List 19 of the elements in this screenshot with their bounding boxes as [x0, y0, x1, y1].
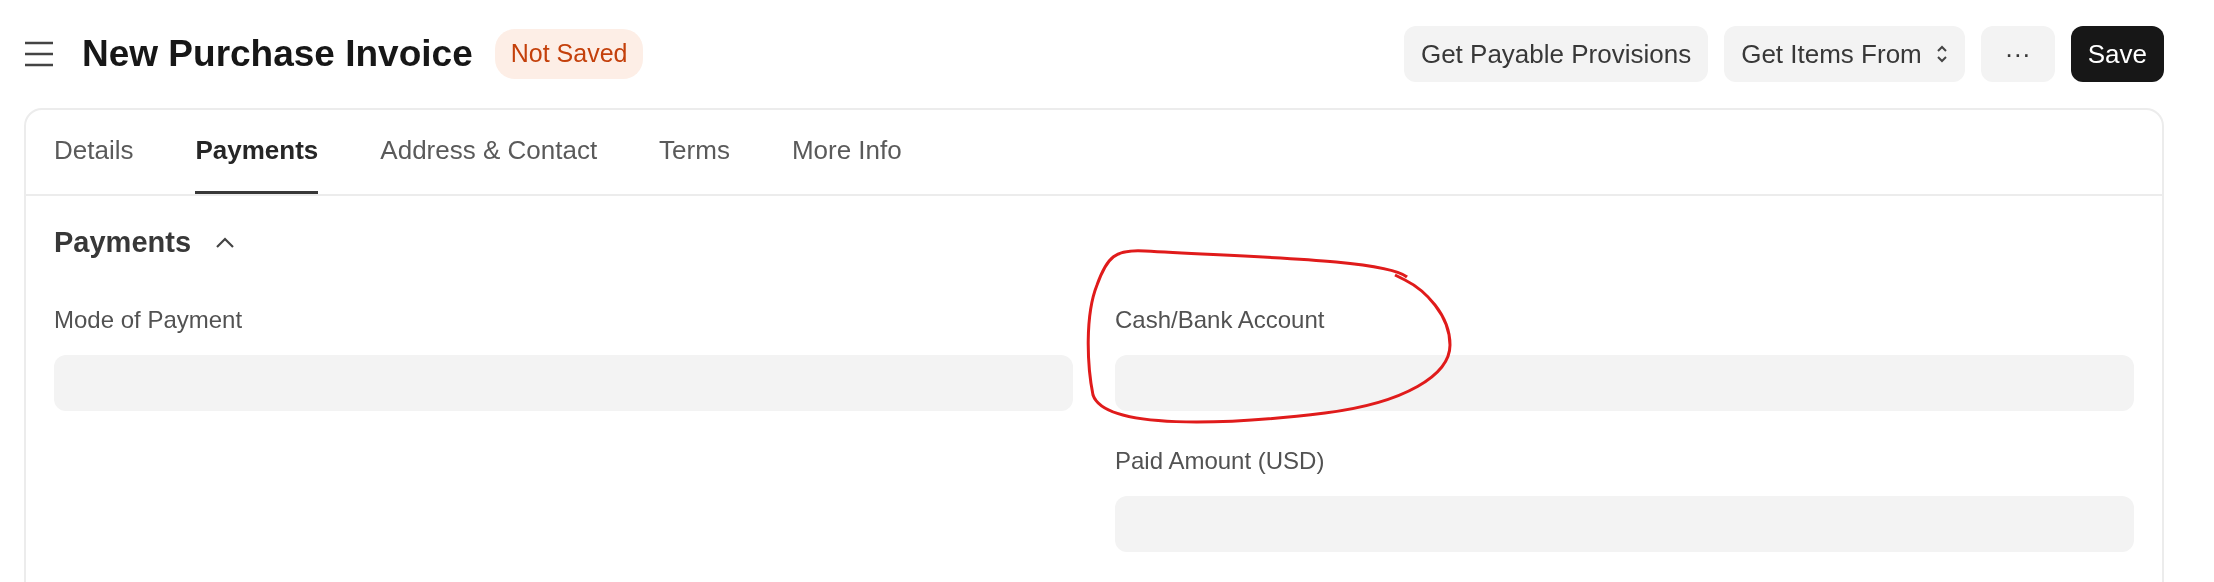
tab[interactable]: Terms	[659, 110, 730, 194]
tab[interactable]: More Info	[791, 110, 902, 194]
tab[interactable]: Payments	[195, 110, 319, 194]
menu-icon[interactable]	[24, 41, 54, 67]
save-button[interactable]: Save	[2070, 26, 2164, 82]
input-field[interactable]	[1115, 355, 2134, 411]
field-label: Mode of Payment	[54, 305, 244, 335]
tab[interactable]: Details	[54, 110, 134, 194]
caret-icon	[1935, 44, 1948, 64]
chevron-up-icon[interactable]	[215, 237, 235, 249]
page-title: New Purchase Invoice	[82, 31, 473, 76]
section-title: Payments	[54, 225, 191, 261]
status-badge: Not Saved	[494, 29, 644, 79]
tab[interactable]: Address & Contact	[380, 110, 598, 194]
field-label: Paid Amount (USD)	[1115, 446, 1326, 476]
field-label: Cash/Bank Account	[1115, 305, 1326, 335]
more-button[interactable]: ···	[1980, 26, 2055, 82]
dropdown-button[interactable]: Get Items From	[1724, 26, 1965, 82]
action-button[interactable]: Get Payable Provisions	[1403, 26, 1709, 82]
